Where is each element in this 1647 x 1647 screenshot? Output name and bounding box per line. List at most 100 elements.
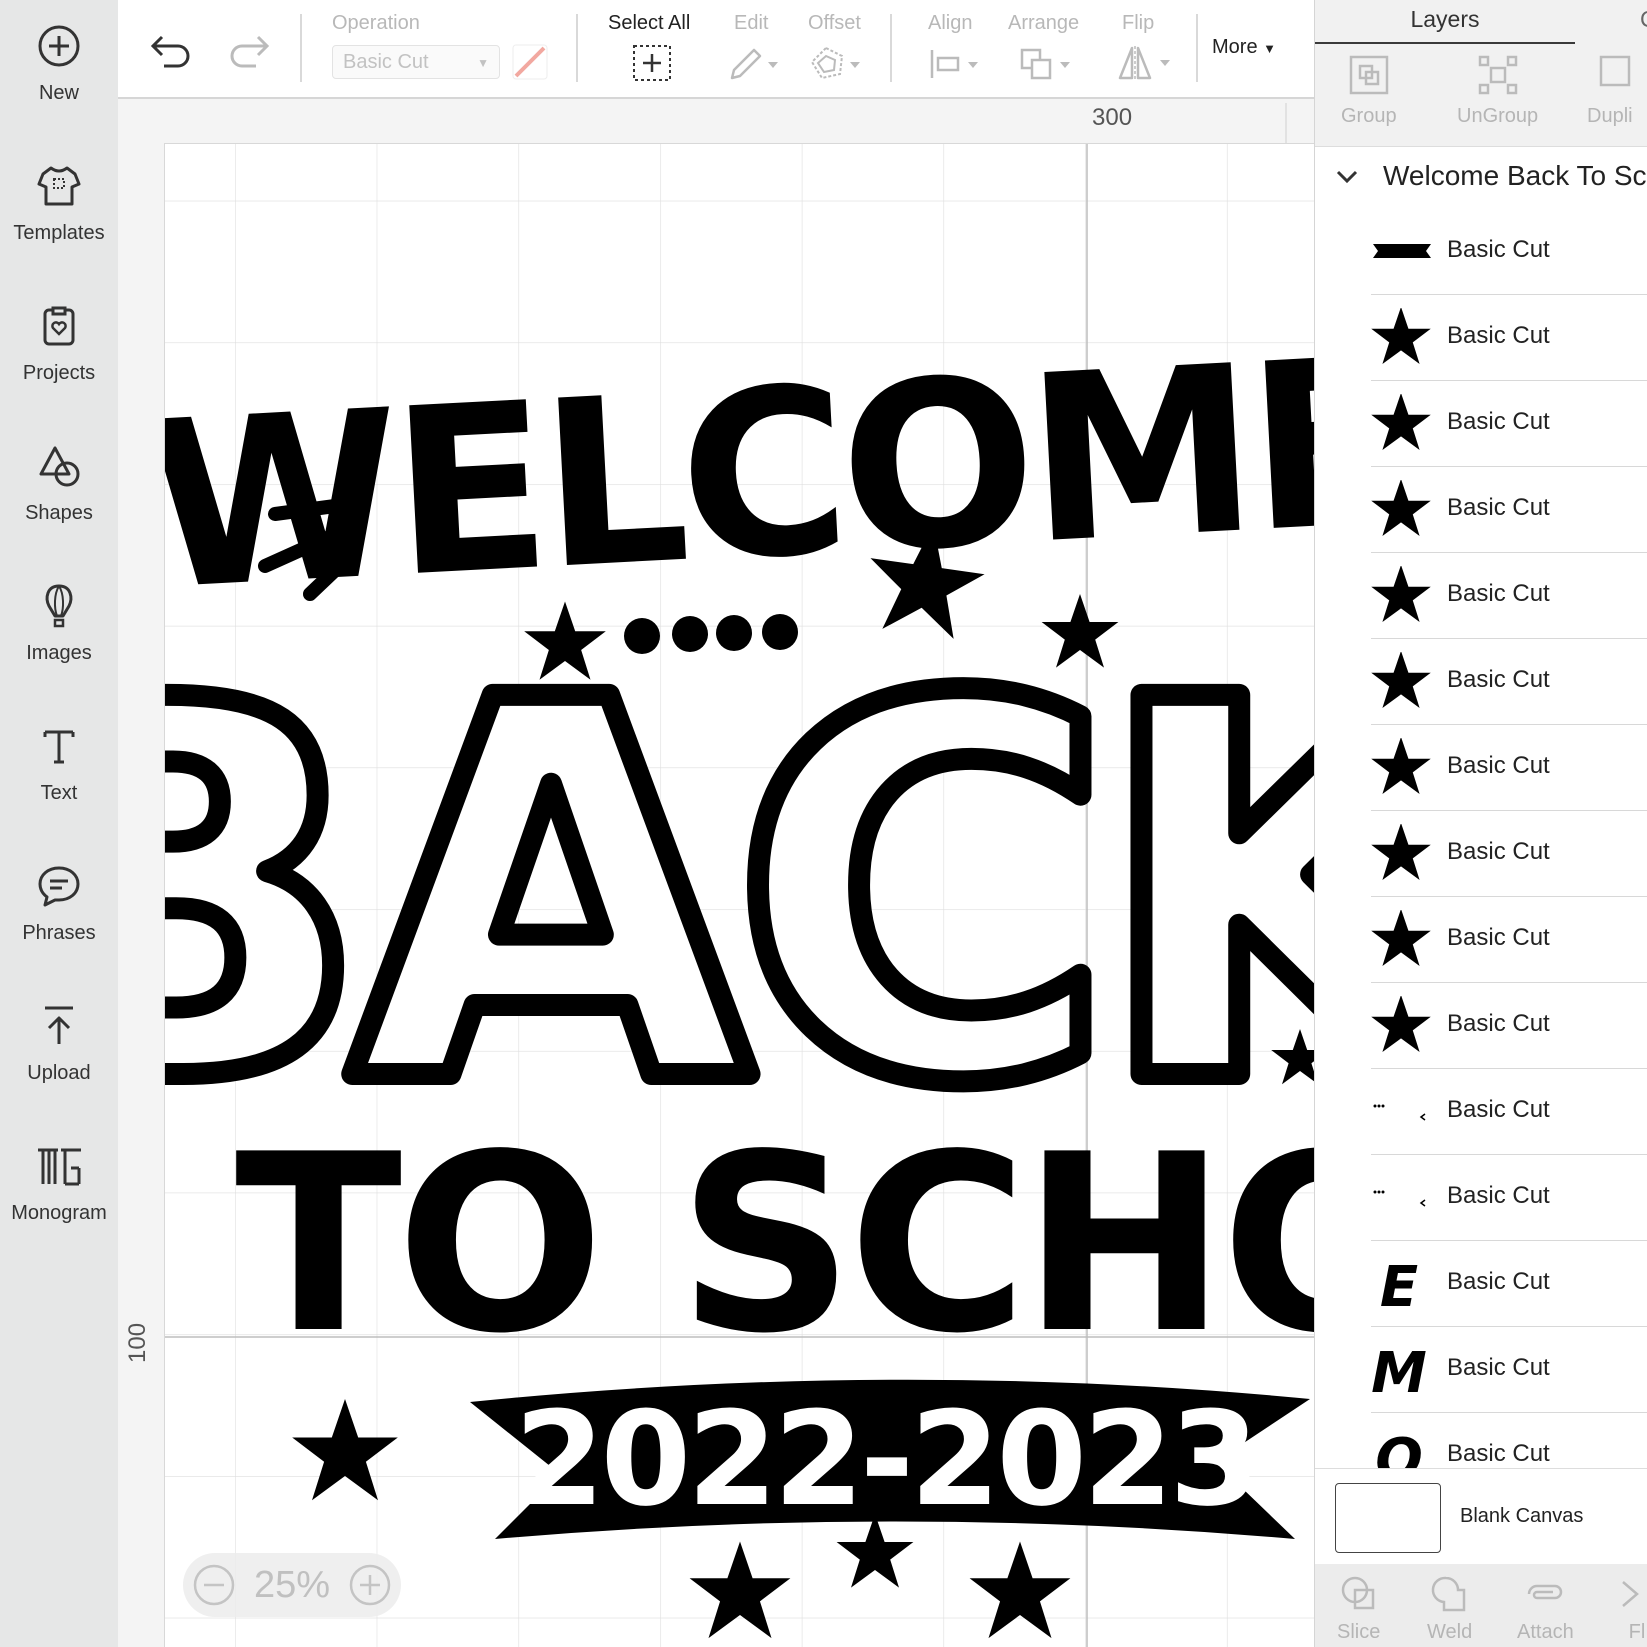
attach-button[interactable]: Attach	[1517, 1574, 1574, 1644]
redo-icon[interactable]	[228, 32, 270, 68]
chevron-down-icon: ▼	[477, 56, 489, 70]
sidebar-item-new[interactable]: New	[0, 22, 118, 152]
sidebar-item-monogram[interactable]: Monogram	[0, 1142, 118, 1272]
layer-row[interactable]: Basic Cut	[1371, 724, 1647, 811]
ungroup-button[interactable]: UnGroup	[1457, 54, 1538, 128]
slice-icon	[1341, 1576, 1374, 1610]
chevron-down-icon: ▼	[1263, 41, 1277, 56]
operation-value: Basic Cut	[343, 51, 429, 73]
flatten-button[interactable]: Fl	[1617, 1574, 1647, 1644]
group-button[interactable]: Group	[1341, 54, 1397, 128]
flatten-label: Fl	[1628, 1621, 1646, 1643]
projects-icon	[43, 306, 75, 346]
zoom-control: 25%	[183, 1553, 401, 1617]
tshirt-icon	[37, 166, 81, 206]
text-icon	[43, 730, 75, 764]
flip-label: Flip	[1122, 12, 1155, 34]
flatten-icon	[1622, 1581, 1639, 1607]
operation-select[interactable]: Basic Cut ▼	[332, 45, 500, 79]
layer-row[interactable]: M Basic Cut	[1371, 1326, 1647, 1413]
upload-icon	[45, 1006, 73, 1044]
sidebar-item-images[interactable]: Images	[0, 582, 118, 712]
layer-row[interactable]: Basic Cut	[1371, 896, 1647, 983]
layer-label: Basic Cut	[1447, 236, 1550, 263]
layer-row[interactable]: Basic Cut	[1371, 380, 1647, 467]
design-word-school: TO SCHOOL	[235, 1102, 1314, 1387]
more-label: More	[1212, 36, 1258, 58]
layer-row[interactable]: Basic Cut	[1371, 466, 1647, 553]
select-all-label[interactable]: Select All	[608, 12, 690, 35]
layer-row[interactable]: Basic Cut	[1371, 810, 1647, 897]
zoom-value: 25%	[253, 1563, 331, 1606]
layer-row[interactable]: Basic Cut	[1371, 638, 1647, 725]
layer-thumbnail	[1373, 1104, 1426, 1121]
sidebar-item-label: Monogram	[11, 1202, 107, 1224]
sidebar-item-shapes[interactable]: Shapes	[0, 442, 118, 572]
layer-row[interactable]: Basic Cut	[1371, 208, 1647, 295]
sidebar-item-label: Phrases	[22, 922, 96, 944]
layer-group-header[interactable]: Welcome Back To Sc	[1315, 146, 1647, 208]
sidebar-item-phrases[interactable]: Phrases	[0, 862, 118, 992]
layer-label: Basic Cut	[1447, 408, 1550, 435]
sidebar-item-templates[interactable]: Templates	[0, 162, 118, 292]
layer-row[interactable]: Basic Cut	[1371, 1068, 1647, 1155]
sidebar-item-label: Projects	[22, 362, 96, 384]
flip-icon[interactable]	[1116, 44, 1176, 82]
ruler-left-value: 100	[124, 1322, 151, 1363]
design-canvas[interactable]: WELCOME BACK TO SCHOOL 2022-2023	[165, 144, 1314, 1647]
group-icon	[1349, 55, 1389, 95]
select-all-icon[interactable]	[632, 44, 672, 82]
svg-text:M: M	[1371, 1341, 1427, 1398]
layer-thumbnail	[1373, 244, 1431, 258]
edit-label: Edit	[734, 12, 769, 34]
layer-row[interactable]: Basic Cut	[1371, 982, 1647, 1069]
layer-thumbnail	[1371, 738, 1431, 795]
arrange-icon[interactable]	[1020, 46, 1076, 82]
layer-label: Basic Cut	[1447, 838, 1550, 865]
weld-button[interactable]: Weld	[1427, 1574, 1472, 1644]
attach-icon	[1528, 1584, 1563, 1600]
design-artwork: WELCOME BACK TO SCHOOL 2022-2023	[165, 309, 1314, 1639]
layers-panel: Layers C Group UnGroup Dupli Welcome Bac…	[1314, 0, 1647, 1647]
toolbar-separator	[1196, 14, 1198, 82]
blank-canvas-swatch[interactable]	[1335, 1483, 1441, 1553]
tab-layers[interactable]: Layers	[1315, 0, 1575, 45]
ruler-top: 300	[118, 99, 1314, 144]
offset-label: Offset	[808, 12, 861, 34]
align-icon[interactable]	[928, 48, 984, 80]
layer-thumbnail: E	[1380, 1255, 1418, 1312]
layer-actions: Group UnGroup Dupli	[1315, 44, 1647, 147]
design-banner-text: 2022-2023	[514, 1383, 1256, 1535]
sidebar-item-projects[interactable]: Projects	[0, 302, 118, 432]
layer-row[interactable]: Basic Cut	[1371, 552, 1647, 639]
undo-icon[interactable]	[150, 32, 192, 68]
svg-text:E: E	[1380, 1255, 1418, 1312]
layer-row[interactable]: Basic Cut	[1371, 1154, 1647, 1241]
layer-label: Basic Cut	[1447, 1440, 1550, 1467]
color-swatch-icon[interactable]	[512, 44, 548, 80]
blank-canvas-label: Blank Canvas	[1460, 1505, 1584, 1527]
layer-group-title: Welcome Back To Sc	[1383, 160, 1647, 191]
duplicate-button[interactable]: Dupli	[1587, 54, 1633, 128]
layers-tabs: Layers C	[1315, 0, 1647, 45]
zoom-in-icon[interactable]	[348, 1563, 392, 1607]
offset-icon[interactable]	[808, 46, 864, 82]
toolbar-separator	[300, 14, 302, 82]
layer-row[interactable]: E Basic Cut	[1371, 1240, 1647, 1327]
ruler-top-ticks	[1285, 103, 1287, 143]
layer-thumbnail	[1371, 394, 1431, 451]
ungroup-label: UnGroup	[1457, 105, 1539, 127]
layer-label: Basic Cut	[1447, 752, 1550, 779]
more-button[interactable]: More ▼	[1212, 36, 1276, 59]
slice-button[interactable]: Slice	[1337, 1574, 1380, 1644]
sidebar-item-label: Templates	[13, 222, 105, 244]
layer-row[interactable]: Basic Cut	[1371, 294, 1647, 381]
zoom-out-icon[interactable]	[192, 1563, 236, 1607]
chevron-down-icon[interactable]	[1335, 168, 1359, 186]
sidebar-item-text[interactable]: Text	[0, 722, 118, 852]
sidebar-item-upload[interactable]: Upload	[0, 1002, 118, 1132]
layer-thumbnail	[1371, 308, 1431, 365]
tab-color-sync[interactable]: C	[1640, 0, 1647, 38]
pencil-icon[interactable]	[726, 46, 782, 82]
blank-canvas-row[interactable]: Blank Canvas	[1315, 1468, 1647, 1565]
